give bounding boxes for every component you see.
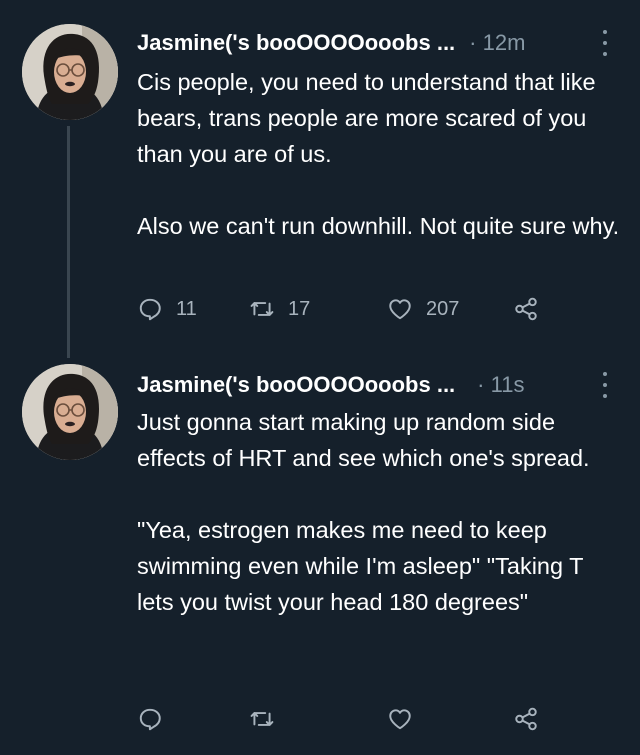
avatar-photo — [22, 24, 118, 120]
retweet-button[interactable]: 17 — [249, 294, 310, 324]
timestamp[interactable]: · 12m — [469, 28, 525, 58]
thread-line — [67, 126, 70, 358]
share-icon — [515, 297, 537, 321]
reply-icon — [139, 298, 161, 321]
tweet[interactable]: Jasmine('s booOOOOooobs ... · 11s Just g… — [0, 360, 640, 755]
avatar-photo — [22, 364, 118, 460]
tweet-paragraph: Just gonna start making up random side e… — [137, 409, 590, 471]
avatar[interactable] — [22, 24, 118, 120]
like-icon — [389, 709, 411, 730]
retweet-icon — [250, 302, 274, 316]
like-button[interactable]: 207 — [387, 294, 459, 324]
tweet-header: Jasmine('s booOOOOooobs ... · 12m — [137, 28, 620, 58]
tweet-paragraph: "Yea, estrogen makes me need to keep swi… — [137, 517, 584, 615]
tweet-paragraph: Also we can't run downhill. Not quite su… — [137, 213, 620, 239]
like-icon — [389, 299, 411, 320]
reply-button[interactable] — [137, 704, 176, 734]
retweet-icon — [250, 712, 274, 726]
tweet-text: Cis people, you need to understand that … — [137, 64, 622, 244]
more-icon[interactable] — [598, 372, 612, 398]
avatar[interactable] — [22, 364, 118, 460]
share-icon — [515, 707, 537, 731]
tweet-header: Jasmine('s booOOOOooobs ... · 11s — [137, 370, 620, 400]
tweet[interactable]: Jasmine('s booOOOOooobs ... · 12m Cis pe… — [0, 0, 640, 360]
reply-count: 11 — [176, 297, 197, 320]
retweet-button[interactable] — [249, 704, 288, 734]
share-button[interactable] — [513, 294, 539, 324]
more-icon[interactable] — [598, 30, 612, 56]
reply-icon — [139, 708, 161, 731]
share-button[interactable] — [513, 704, 539, 734]
retweet-count: 17 — [288, 297, 311, 320]
author-name[interactable]: Jasmine('s booOOOOooobs ... — [137, 28, 455, 58]
timestamp[interactable]: · 11s — [477, 370, 524, 400]
like-button[interactable] — [387, 704, 426, 734]
action-bar: 11 17 207 — [137, 294, 607, 324]
like-count: 207 — [426, 297, 460, 320]
tweet-text: Just gonna start making up random side e… — [137, 404, 622, 620]
action-bar — [137, 704, 607, 734]
tweet-paragraph: Cis people, you need to understand that … — [137, 69, 596, 167]
reply-button[interactable]: 11 — [137, 294, 197, 324]
author-name[interactable]: Jasmine('s booOOOOooobs ... — [137, 370, 455, 400]
